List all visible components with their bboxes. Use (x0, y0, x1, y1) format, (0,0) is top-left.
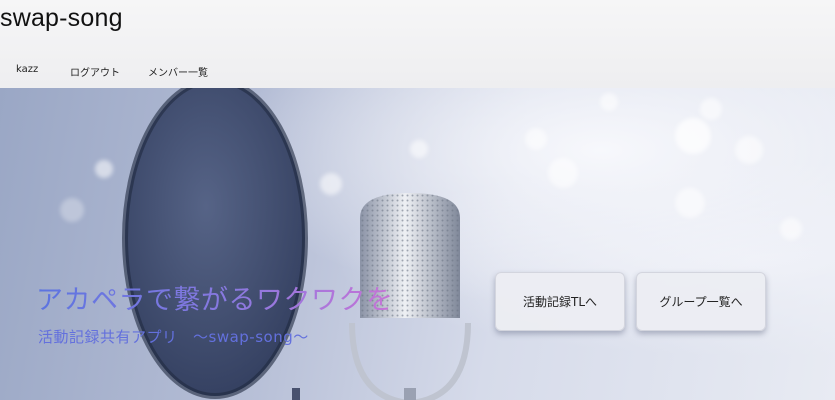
site-header: swap-song kazz ログアウト メンバー一覧 (0, 0, 835, 89)
nav-member-list[interactable]: メンバー一覧 (148, 64, 208, 79)
nav-user-kazz[interactable]: kazz (16, 64, 38, 75)
hero-tagline: アカペラで繋がるワクワクを (36, 278, 394, 317)
activity-timeline-button[interactable]: 活動記録TLへ (495, 272, 625, 331)
group-list-button[interactable]: グループ一覧へ (636, 272, 766, 331)
app-title[interactable]: swap-song (0, 4, 123, 33)
nav-logout[interactable]: ログアウト (70, 64, 120, 79)
hero-section: アカペラで繋がるワクワクを 活動記録共有アプリ 〜swap-song〜 活動記録… (0, 88, 835, 400)
microphone-pop-filter-image (122, 88, 471, 400)
hero-subtitle: 活動記録共有アプリ 〜swap-song〜 (38, 328, 309, 346)
